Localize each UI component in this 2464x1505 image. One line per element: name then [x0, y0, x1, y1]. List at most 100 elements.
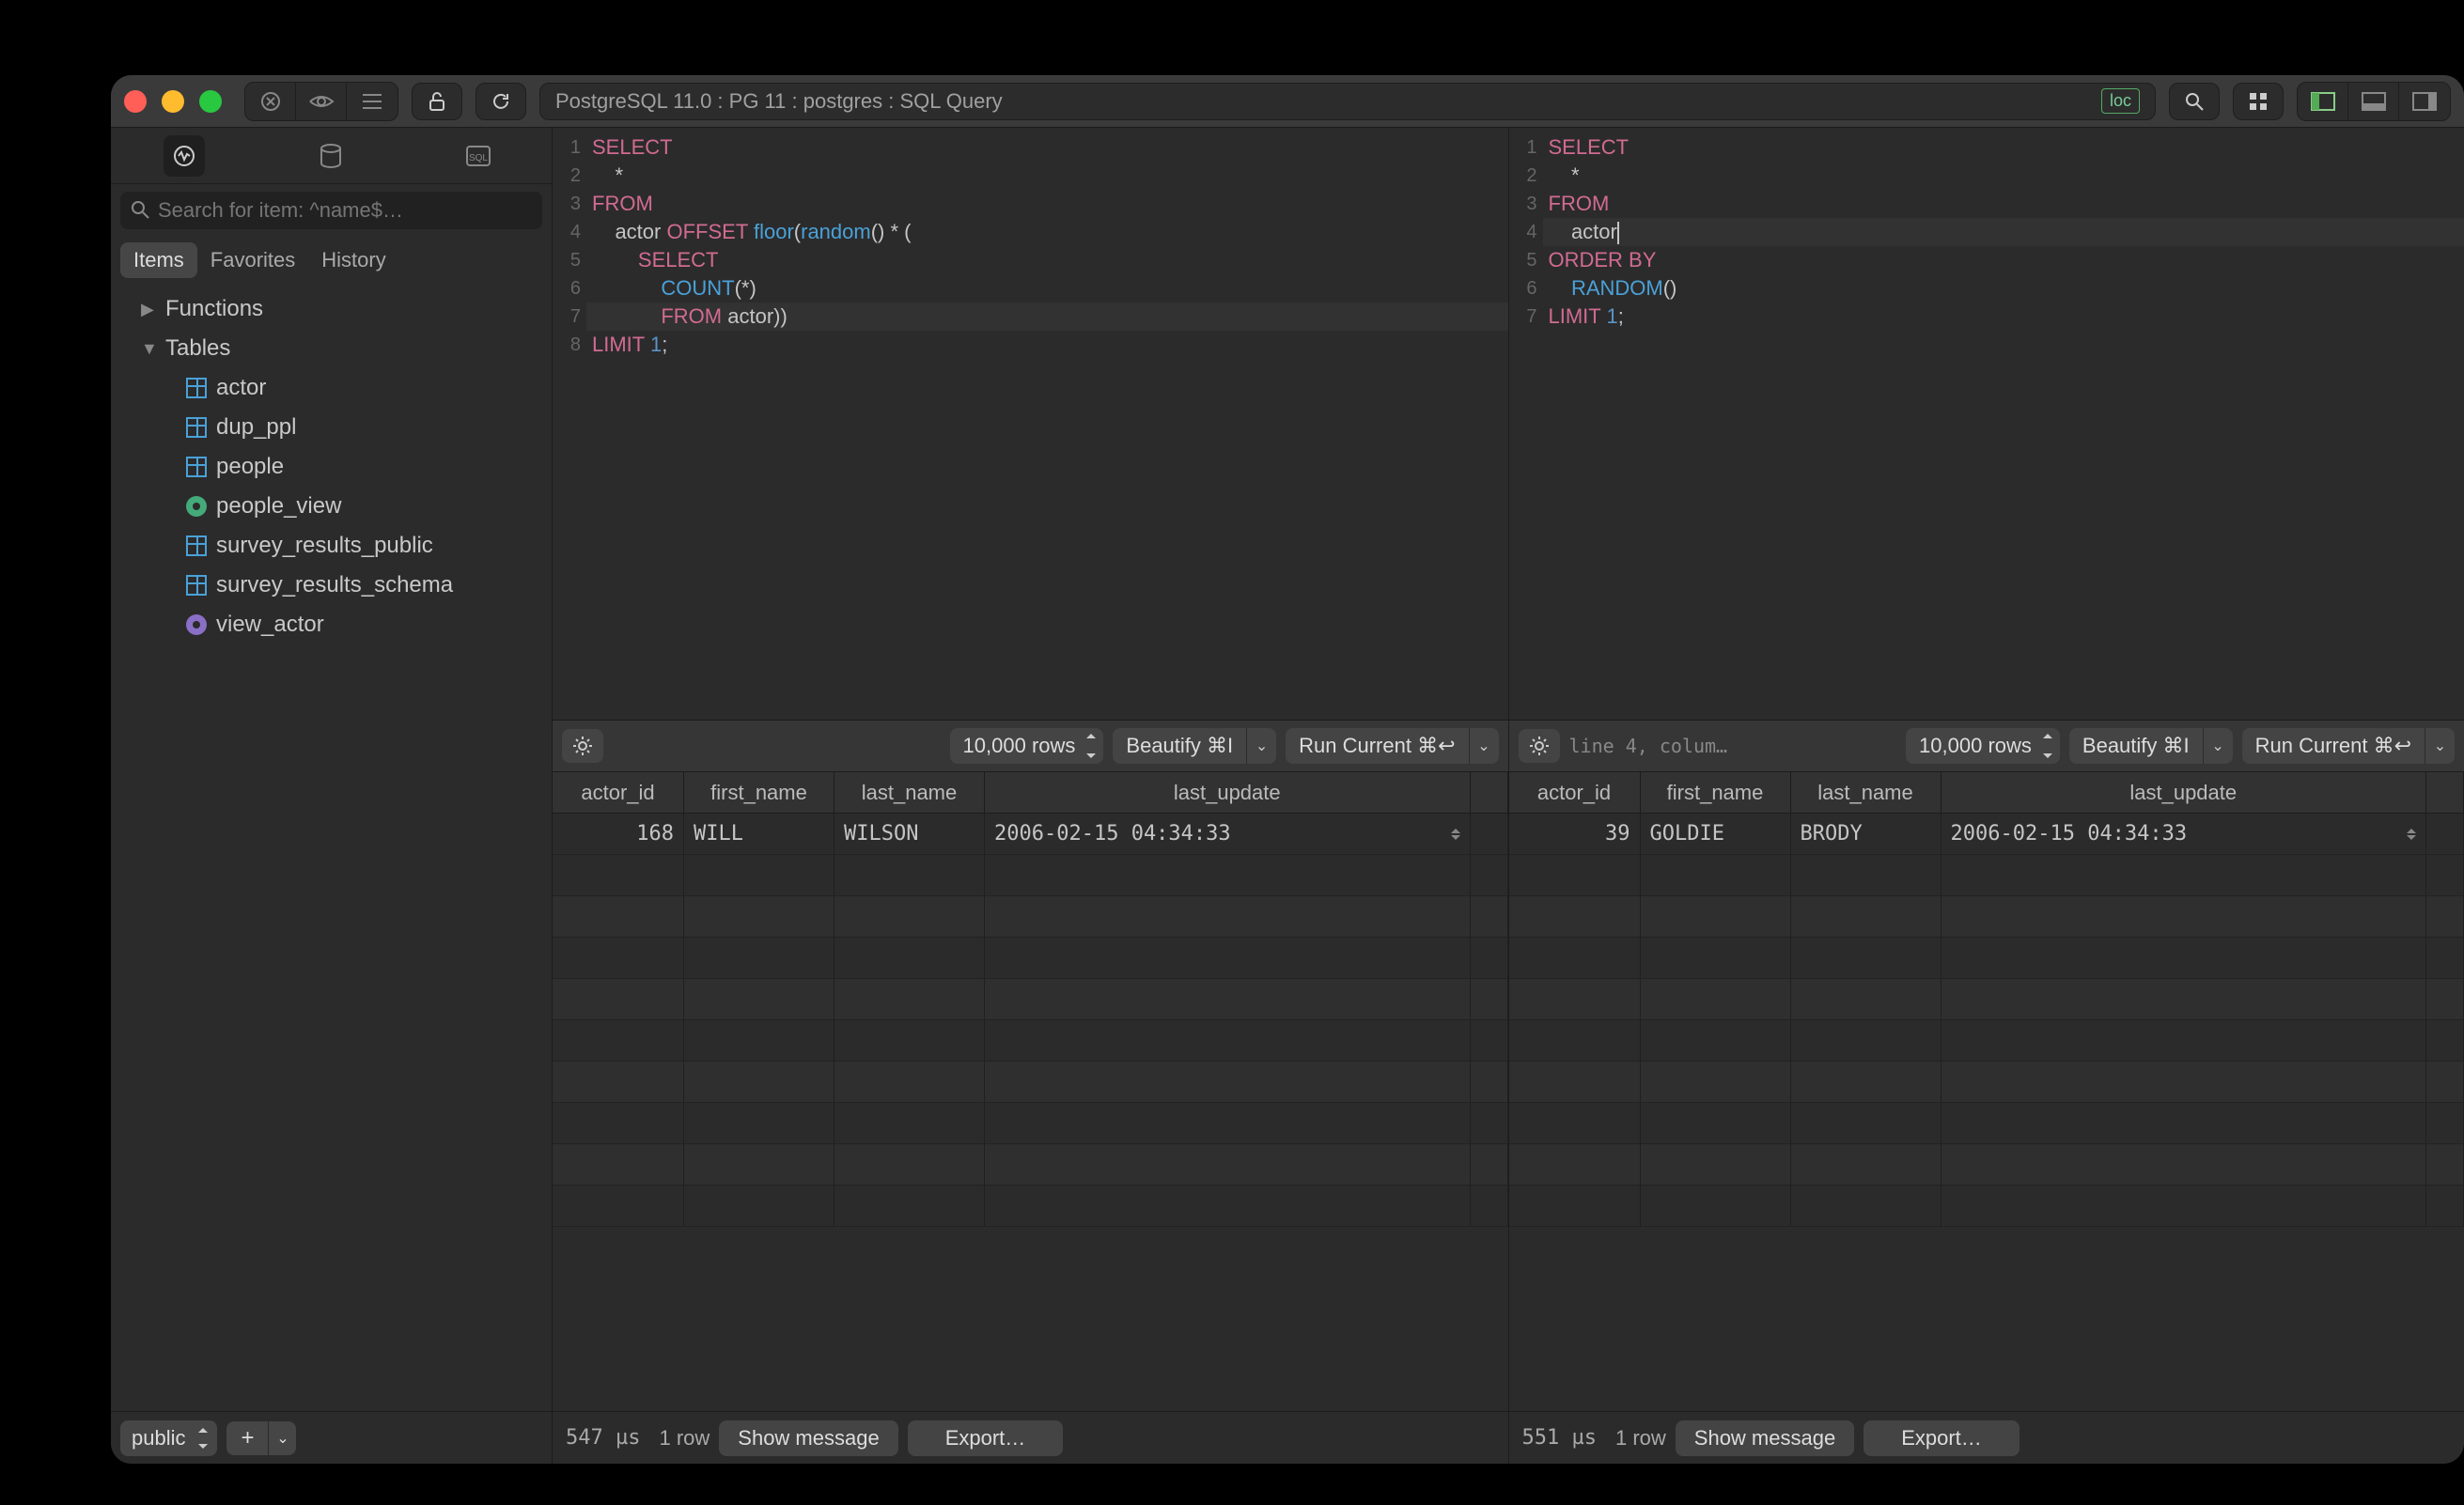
col-last-name[interactable]: last_name [834, 772, 985, 813]
cancel-icon[interactable] [245, 83, 296, 120]
table-item-view-actor[interactable]: view_actor [111, 605, 552, 644]
stepper-icon[interactable] [2407, 829, 2416, 840]
lock-icon[interactable] [412, 83, 462, 120]
functions-node[interactable]: ▶Functions [111, 289, 552, 329]
gear-icon[interactable] [1519, 729, 1560, 763]
stepper-icon[interactable] [1451, 829, 1460, 840]
run-main[interactable]: Run Current ⌘↩ [1286, 728, 1468, 764]
sql-tab-icon[interactable]: SQL [458, 135, 499, 177]
cell-tail [1471, 814, 1508, 854]
cell-actor-id[interactable]: 39 [1509, 814, 1641, 854]
table-icon [186, 417, 207, 438]
close-window-button[interactable] [124, 90, 147, 113]
sidebar-footer: public + ⌄ [111, 1411, 552, 1464]
col-first-name[interactable]: first_name [684, 772, 834, 813]
cell-first-name[interactable]: GOLDIE [1641, 814, 1791, 854]
rows-limit-combo-right[interactable]: 10,000 rows [1906, 728, 2060, 764]
beautify-main[interactable]: Beautify ⌘I [2069, 728, 2203, 764]
beautify-button-left: Beautify ⌘I ⌄ [1113, 728, 1276, 764]
editor-right[interactable]: 1234567 SELECT *FROM actorORDER BY RANDO… [1509, 128, 2464, 720]
col-last-name[interactable]: last_name [1791, 772, 1942, 813]
filter-history[interactable]: History [308, 242, 398, 278]
run-dropdown[interactable]: ⌄ [2425, 728, 2455, 764]
add-button[interactable]: + [226, 1421, 268, 1455]
table-item-actor[interactable]: actor [111, 368, 552, 408]
empty-row [553, 1103, 1508, 1144]
filter-favorites[interactable]: Favorites [197, 242, 308, 278]
cell-last-name[interactable]: WILSON [834, 814, 985, 854]
beautify-label: Beautify ⌘I [2082, 734, 2190, 757]
code-left[interactable]: SELECT *FROM actor OFFSET floor(random()… [586, 128, 1508, 720]
pane-right: 1234567 SELECT *FROM actorORDER BY RANDO… [1509, 128, 2464, 1464]
layout-bottom-icon[interactable] [2348, 83, 2399, 120]
table-item-survey-schema[interactable]: survey_results_schema [111, 566, 552, 605]
editor-left[interactable]: 12345678 SELECT *FROM actor OFFSET floor… [553, 128, 1508, 720]
code-right[interactable]: SELECT *FROM actorORDER BY RANDOM()LIMIT… [1543, 128, 2464, 720]
run-dropdown[interactable]: ⌄ [1469, 728, 1499, 764]
beautify-main[interactable]: Beautify ⌘I [1113, 728, 1246, 764]
titlebar: PostgreSQL 11.0 : PG 11 : postgres : SQL… [111, 75, 2464, 128]
col-last-update[interactable]: last_update [985, 772, 1471, 813]
cursor-status: line 4, colum… [1569, 735, 1728, 757]
show-message-left[interactable]: Show message [719, 1420, 897, 1456]
cell-last-update[interactable]: 2006-02-15 04:34:33 [985, 814, 1471, 854]
preview-icon[interactable] [296, 83, 347, 120]
filter-tabs: Items Favorites History [111, 237, 552, 284]
layout-left-icon[interactable] [2298, 83, 2348, 120]
export-right[interactable]: Export… [1864, 1420, 2020, 1456]
cell-actor-id[interactable]: 168 [553, 814, 684, 854]
rows-limit-combo-left[interactable]: 10,000 rows [950, 728, 1104, 764]
table-item-dup-ppl[interactable]: dup_ppl [111, 408, 552, 447]
empty-row [553, 1020, 1508, 1062]
empty-row [553, 1144, 1508, 1186]
list-icon[interactable] [347, 83, 398, 120]
table-item-people[interactable]: people [111, 447, 552, 487]
row-count-right: 1 row [1615, 1426, 1666, 1451]
search-input[interactable] [120, 192, 542, 229]
beautify-dropdown[interactable]: ⌄ [2203, 728, 2233, 764]
table-row[interactable]: 168WILLWILSON2006-02-15 04:34:33 [553, 814, 1508, 855]
tables-node[interactable]: ▼Tables [111, 329, 552, 368]
table-item-people-view[interactable]: people_view [111, 487, 552, 526]
schema-select[interactable]: public [120, 1420, 217, 1456]
zoom-window-button[interactable] [199, 90, 222, 113]
table-item-survey-public[interactable]: survey_results_public [111, 526, 552, 566]
col-actor-id[interactable]: actor_id [553, 772, 684, 813]
col-actor-id[interactable]: actor_id [1509, 772, 1641, 813]
empty-row [1509, 979, 2464, 1020]
activity-tab-icon[interactable] [164, 135, 205, 177]
add-dropdown[interactable]: ⌄ [268, 1421, 296, 1455]
col-last-update[interactable]: last_update [1942, 772, 2427, 813]
toolbar-group-1 [244, 82, 398, 121]
search-wrapper [120, 192, 542, 229]
filter-items[interactable]: Items [120, 242, 197, 278]
path-field[interactable]: PostgreSQL 11.0 : PG 11 : postgres : SQL… [539, 83, 2156, 120]
col-tail [2426, 772, 2464, 813]
database-tab-icon[interactable] [310, 135, 351, 177]
col-first-name[interactable]: first_name [1641, 772, 1791, 813]
table-label: survey_results_schema [216, 572, 453, 598]
minimize-window-button[interactable] [162, 90, 184, 113]
cell-first-name[interactable]: WILL [684, 814, 834, 854]
rows-limit-label: 10,000 rows [963, 734, 1076, 757]
traffic-lights [124, 90, 231, 113]
search-icon[interactable] [2169, 83, 2220, 120]
table-row[interactable]: 39GOLDIEBRODY2006-02-15 04:34:33 [1509, 814, 2464, 855]
reload-icon[interactable] [476, 83, 526, 120]
table-label: survey_results_public [216, 533, 433, 559]
layout-right-icon[interactable] [2399, 83, 2450, 120]
gear-icon[interactable] [562, 729, 603, 763]
run-main[interactable]: Run Current ⌘↩ [2242, 728, 2425, 764]
row-count-left: 1 row [659, 1426, 710, 1451]
cell-last-name[interactable]: BRODY [1791, 814, 1942, 854]
show-message-right[interactable]: Show message [1676, 1420, 1854, 1456]
chevron-right-icon: ▶ [141, 300, 156, 319]
bottom-bar-right: 551 µs 1 row Show message Export… [1509, 1411, 2464, 1464]
export-left[interactable]: Export… [908, 1420, 1064, 1456]
cell-last-update[interactable]: 2006-02-15 04:34:33 [1942, 814, 2427, 854]
table-icon [186, 378, 207, 398]
grid-icon[interactable] [2233, 83, 2284, 120]
table-label: people [216, 454, 284, 480]
rows-limit-label: 10,000 rows [1919, 734, 2032, 757]
beautify-dropdown[interactable]: ⌄ [1246, 728, 1276, 764]
